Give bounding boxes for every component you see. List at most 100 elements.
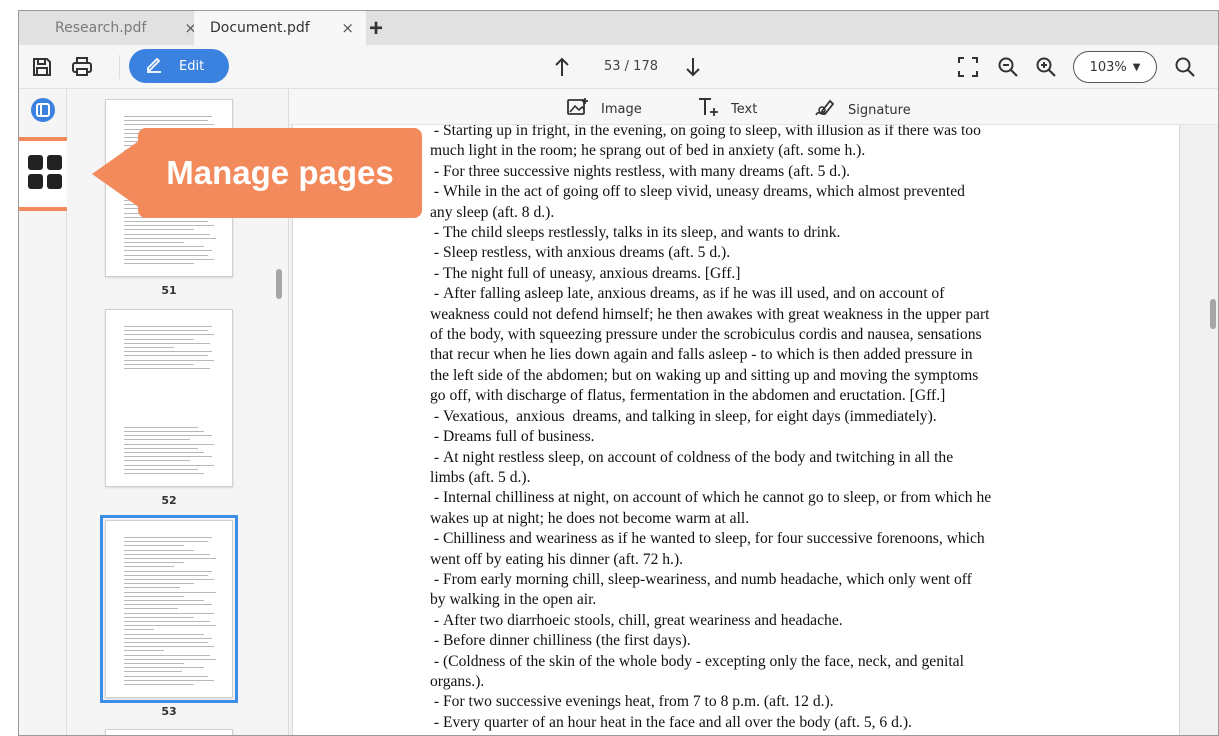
chevron-down-icon: ▼ bbox=[1132, 61, 1141, 73]
thumbnail-text-line bbox=[124, 608, 178, 610]
zoom-value: 103% bbox=[1089, 59, 1127, 75]
main-toolbar: Edit 53 / 178 103% ▼ bbox=[19, 45, 1218, 89]
search-icon[interactable] bbox=[1172, 54, 1198, 80]
document-line: much light in the room; he sprang out of… bbox=[430, 142, 866, 160]
document-line: - For two successive evenings heat, from… bbox=[430, 693, 834, 711]
document-text: - Starting up in fright, in the evening,… bbox=[430, 125, 1085, 733]
thumbnail-text-line bbox=[124, 460, 190, 462]
document-line: - At night restless sleep, on account of… bbox=[430, 448, 954, 466]
thumbnail-page-number: 52 bbox=[161, 494, 177, 507]
document-line: - The child sleeps restlessly, talks in … bbox=[430, 224, 841, 242]
thumbnail-text-line bbox=[124, 663, 184, 664]
manage-pages-callout: Manage pages bbox=[138, 128, 422, 218]
thumbnail-text-line bbox=[124, 574, 208, 576]
thumbnail-text-line bbox=[124, 549, 194, 551]
thumbnail-text-line bbox=[124, 347, 174, 348]
page-indicator[interactable]: 53 / 178 bbox=[604, 59, 658, 74]
thumbnail-text-line bbox=[124, 447, 198, 449]
thumbnail-text-line bbox=[124, 124, 214, 126]
thumbnail-text-line bbox=[124, 621, 210, 622]
thumbnail-text-line bbox=[124, 473, 204, 474]
thumbnail-text-line bbox=[124, 254, 208, 256]
thumbnail-text-line bbox=[124, 570, 212, 572]
save-icon[interactable] bbox=[29, 54, 55, 80]
thumbnail-text-line bbox=[124, 334, 214, 336]
sidebar-toggle-icon[interactable] bbox=[30, 97, 56, 123]
signature-tool-label: Signature bbox=[848, 102, 911, 118]
thumbnail-scrollbar[interactable] bbox=[276, 269, 282, 299]
fit-page-icon[interactable] bbox=[955, 54, 981, 80]
thumbnail-text-line bbox=[124, 452, 204, 453]
thumbnail-text-line bbox=[124, 263, 194, 264]
thumbnail-text-line bbox=[124, 464, 214, 466]
text-tool-label: Text bbox=[731, 101, 758, 117]
thumbnail-text-line bbox=[124, 229, 194, 231]
thumbnail-text-line bbox=[124, 684, 194, 685]
thumbnail-text-line bbox=[124, 654, 210, 656]
print-icon[interactable] bbox=[69, 54, 95, 80]
previous-page-icon[interactable] bbox=[549, 54, 575, 80]
zoom-select[interactable]: 103% ▼ bbox=[1073, 51, 1157, 83]
zoom-in-icon[interactable] bbox=[1033, 54, 1059, 80]
page-thumbnail-selected[interactable] bbox=[100, 515, 238, 703]
tab-document[interactable]: Document.pdf × bbox=[194, 11, 366, 45]
thumbnail-text-line bbox=[124, 612, 214, 614]
thumbnail-text-line bbox=[124, 675, 208, 677]
document-line: - (Coldness of the skin of the whole bod… bbox=[430, 652, 964, 670]
document-line: went off by eating his dinner (aft. 72 h… bbox=[430, 550, 684, 568]
page-thumbnail[interactable] bbox=[105, 309, 233, 487]
thumbnail-text-line bbox=[124, 225, 214, 227]
document-line: - After two diarrhoeic stools, chill, gr… bbox=[430, 611, 843, 629]
close-tab-icon[interactable]: × bbox=[341, 19, 354, 37]
zoom-out-icon[interactable] bbox=[995, 54, 1021, 80]
document-scrollbar[interactable] bbox=[1210, 299, 1216, 329]
text-icon bbox=[697, 97, 719, 121]
thumbnail-text-line bbox=[124, 351, 212, 353]
thumbnail-text-line bbox=[124, 553, 210, 555]
document-line: wakes up at night; he does not become wa… bbox=[430, 509, 750, 527]
thumbnail-text-line bbox=[124, 591, 216, 593]
document-line: weakness could not defend himself; he th… bbox=[430, 305, 990, 323]
add-text-tool[interactable]: Text bbox=[697, 97, 757, 121]
next-page-icon[interactable] bbox=[680, 54, 706, 80]
edit-tools-bar: Image Text Signature bbox=[289, 89, 1218, 125]
thumbnail-text-line bbox=[124, 242, 184, 243]
document-line: - While in the act of going off to sleep… bbox=[430, 183, 965, 201]
thumbnail-text-line bbox=[124, 562, 184, 564]
toolbar-divider bbox=[119, 55, 120, 79]
thumbnail-text-line bbox=[124, 583, 194, 585]
document-line: go off, with discharge of flatus, fermen… bbox=[430, 387, 946, 405]
edit-button[interactable]: Edit bbox=[129, 49, 229, 83]
thumbnail-text-line bbox=[124, 116, 212, 117]
document-line: - After falling asleep late, anxious dre… bbox=[430, 285, 945, 303]
add-signature-tool[interactable]: Signature bbox=[814, 97, 911, 123]
thumbnail-text-line bbox=[124, 363, 194, 365]
document-line: limbs (aft. 5 d.). bbox=[430, 468, 531, 486]
image-tool-label: Image bbox=[601, 101, 642, 117]
document-line: - Before dinner chilliness (the first da… bbox=[430, 632, 691, 650]
thumbnail-text-line bbox=[124, 595, 184, 597]
callout-arrow bbox=[92, 140, 140, 208]
new-tab-icon[interactable]: + bbox=[369, 15, 383, 43]
tab-research[interactable]: Research.pdf × bbox=[39, 11, 209, 45]
thumbnail-text-line bbox=[124, 566, 174, 568]
page-thumbnail[interactable] bbox=[105, 729, 233, 735]
thumbnail-page-number: 51 bbox=[161, 284, 177, 297]
document-line: - Internal chilliness at night, on accou… bbox=[430, 489, 992, 507]
thumbnail-text-line bbox=[124, 579, 214, 580]
grid-icon bbox=[27, 154, 63, 195]
document-line: that recur when he lies down again and f… bbox=[430, 346, 973, 364]
thumbnail-text-line bbox=[124, 233, 210, 235]
thumbnail-text-line bbox=[124, 250, 212, 252]
add-image-tool[interactable]: Image bbox=[567, 97, 642, 121]
document-line: of the body, with squeezing pressure und… bbox=[430, 326, 982, 344]
document-line: - The night full of uneasy, anxious drea… bbox=[430, 264, 741, 282]
document-line: - Starting up in fright, in the evening,… bbox=[430, 125, 981, 139]
thumbnail-text-line bbox=[124, 326, 212, 327]
thumbnail-text-line bbox=[124, 604, 212, 606]
thumbnail-text-line bbox=[124, 646, 214, 648]
pencil-icon bbox=[145, 55, 163, 77]
document-line: - Dreams full of business. bbox=[430, 428, 595, 446]
thumbnail-text-line bbox=[124, 221, 208, 222]
thumbnail-text-line bbox=[124, 443, 214, 445]
